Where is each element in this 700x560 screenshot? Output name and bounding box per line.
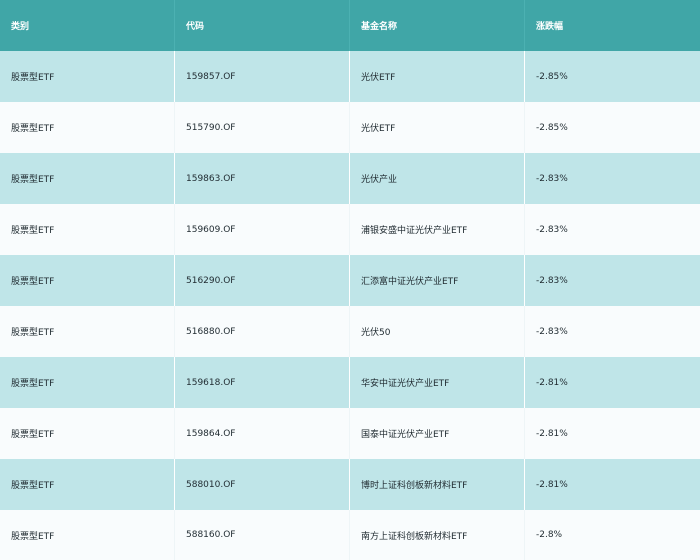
cell-change-pct: -2.81% — [536, 479, 568, 490]
cell-fund-name: 光伏ETF — [350, 102, 525, 153]
cell-code: 159864.OF — [175, 408, 350, 459]
cell-fund-name: 华安中证光伏产业ETF — [350, 357, 525, 408]
cell-change-pct: -2.85% — [536, 71, 568, 82]
cell-change-pct: -2.83% — [536, 224, 568, 235]
header-code[interactable]: 代码 — [175, 0, 350, 51]
cell-fund-name: 南方上证科创板新材料ETF — [350, 510, 525, 560]
cell-category: 股票型ETF — [0, 510, 175, 560]
cell-category: 股票型ETF — [0, 408, 175, 459]
header-category[interactable]: 类别 — [0, 0, 175, 51]
header-change-pct[interactable]: 涨跌幅 — [525, 0, 700, 51]
cell-code: 588010.OF — [175, 459, 350, 510]
cell-code: 159618.OF — [175, 357, 350, 408]
cell-fund-name: 光伏产业 — [350, 153, 525, 204]
cell-code: 516880.OF — [175, 306, 350, 357]
cell-change-pct: -2.83% — [536, 173, 568, 184]
table-row[interactable]: 股票型ETF 159609.OF 浦银安盛中证光伏产业ETF -2.83% — [0, 204, 700, 255]
cell-code: 159857.OF — [175, 51, 350, 102]
cell-fund-name: 国泰中证光伏产业ETF — [350, 408, 525, 459]
cell-category: 股票型ETF — [0, 102, 175, 153]
header-fund-name[interactable]: 基金名称 — [350, 0, 525, 51]
cell-fund-name: 博时上证科创板新材料ETF — [350, 459, 525, 510]
cell-category: 股票型ETF — [0, 459, 175, 510]
table-row[interactable]: 股票型ETF 159857.OF 光伏ETF -2.85% — [0, 51, 700, 102]
cell-code: 159609.OF — [175, 204, 350, 255]
cell-category: 股票型ETF — [0, 153, 175, 204]
table-row[interactable]: 股票型ETF 515790.OF 光伏ETF -2.85% — [0, 102, 700, 153]
table-row[interactable]: 股票型ETF 159864.OF 国泰中证光伏产业ETF -2.81% — [0, 408, 700, 459]
cell-category: 股票型ETF — [0, 51, 175, 102]
table-row[interactable]: 股票型ETF 516880.OF 光伏50 -2.83% — [0, 306, 700, 357]
cell-code: 516290.OF — [175, 255, 350, 306]
cell-change-pct: -2.81% — [536, 428, 568, 439]
cell-change-pct: -2.8% — [536, 530, 563, 540]
cell-fund-name: 光伏ETF — [350, 51, 525, 102]
cell-category: 股票型ETF — [0, 204, 175, 255]
table-row[interactable]: 股票型ETF 588010.OF 博时上证科创板新材料ETF -2.81% — [0, 459, 700, 510]
cell-code: 515790.OF — [175, 102, 350, 153]
fund-table: 类别 代码 基金名称 涨跌幅 股票型ETF 159857.OF 光伏ETF -2… — [0, 0, 700, 560]
cell-change-pct: -2.81% — [536, 377, 568, 388]
cell-category: 股票型ETF — [0, 306, 175, 357]
table-row[interactable]: 股票型ETF 516290.OF 汇添富中证光伏产业ETF -2.83% — [0, 255, 700, 306]
cell-code: 588160.OF — [175, 510, 350, 560]
cell-fund-name: 汇添富中证光伏产业ETF — [350, 255, 525, 306]
table-row[interactable]: 股票型ETF 159618.OF 华安中证光伏产业ETF -2.81% — [0, 357, 700, 408]
cell-fund-name: 光伏50 — [350, 306, 525, 357]
cell-fund-name: 浦银安盛中证光伏产业ETF — [350, 204, 525, 255]
cell-code: 159863.OF — [175, 153, 350, 204]
cell-change-pct: -2.83% — [536, 275, 568, 286]
table-row[interactable]: 股票型ETF 588160.OF 南方上证科创板新材料ETF -2.8% — [0, 510, 700, 560]
table-row[interactable]: 股票型ETF 159863.OF 光伏产业 -2.83% — [0, 153, 700, 204]
cell-change-pct: -2.85% — [536, 122, 568, 133]
cell-category: 股票型ETF — [0, 255, 175, 306]
cell-category: 股票型ETF — [0, 357, 175, 408]
table-header-row: 类别 代码 基金名称 涨跌幅 — [0, 0, 700, 51]
cell-change-pct: -2.83% — [536, 326, 568, 337]
